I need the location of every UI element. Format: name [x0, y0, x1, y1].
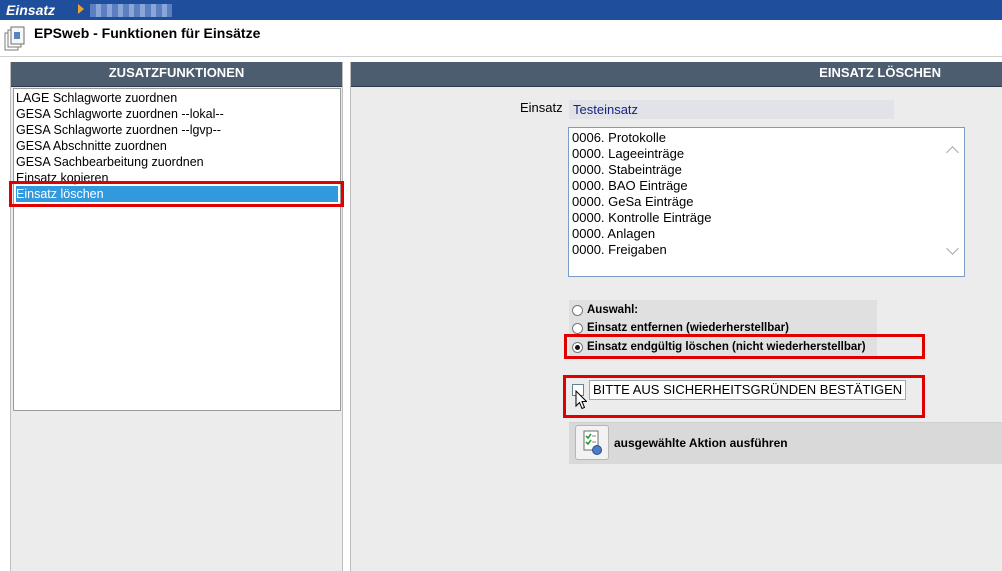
stats-item: 0000. BAO Einträge [572, 178, 688, 193]
top-bar: Einsatz [0, 0, 1002, 20]
stats-item: 0000. Freigaben [572, 242, 667, 257]
list-item[interactable]: LAGE Schlagworte zuordnen [16, 90, 338, 106]
execute-action-label[interactable]: ausgewählte Aktion ausführen [614, 436, 788, 450]
chevron-down-icon[interactable] [946, 242, 959, 255]
title-row: EPSweb - Funktionen für Einsätze [0, 20, 1002, 57]
right-panel-title: EINSATZ LÖSCHEN [819, 65, 941, 80]
stats-item: 0000. Anlagen [572, 226, 656, 241]
chevron-up-icon[interactable] [946, 146, 959, 159]
radio-option-auswahl[interactable]: Auswahl: [572, 303, 638, 317]
list-scrollbar[interactable] [946, 144, 959, 258]
stats-item: 0000. Lageeinträge [572, 146, 685, 161]
app-name[interactable]: Einsatz [6, 2, 55, 18]
radio-button[interactable] [572, 323, 583, 334]
radio-button[interactable] [572, 305, 583, 316]
stats-list[interactable]: 0006. Protokolle 0000. Lageeinträge 0000… [568, 127, 965, 277]
left-panel: ZUSATZFUNKTIONEN LAGE Schlagworte zuordn… [10, 62, 343, 571]
document-stack-icon [4, 26, 25, 51]
einsatz-value: Testeinsatz [569, 100, 894, 119]
page-title: EPSweb - Funktionen für Einsätze [34, 25, 261, 41]
breadcrumb-blurred[interactable] [90, 4, 172, 17]
list-item[interactable]: GESA Schlagworte zuordnen --lgvp-- [16, 122, 338, 138]
list-item[interactable]: GESA Abschnitte zuordnen [16, 138, 338, 154]
highlight-box-delete-option [564, 334, 925, 359]
stats-item: 0000. Stabeinträge [572, 162, 682, 177]
radio-label: Einsatz entfernen (wiederherstellbar) [587, 322, 789, 334]
stats-item: 0000. Kontrolle Einträge [572, 210, 712, 225]
function-list[interactable]: LAGE Schlagworte zuordnen GESA Schlagwor… [13, 88, 341, 411]
breadcrumb-arrow-icon [78, 4, 84, 14]
left-panel-header: ZUSATZFUNKTIONEN [11, 62, 342, 87]
list-item[interactable]: GESA Schlagworte zuordnen --lokal-- [16, 106, 338, 122]
stats-item: 0000. GeSa Einträge [572, 194, 694, 209]
radio-label: Auswahl: [587, 304, 639, 316]
list-item[interactable]: GESA Sachbearbeitung zuordnen [16, 154, 338, 170]
einsatz-label: Einsatz [520, 100, 563, 115]
radio-option-remove[interactable]: Einsatz entfernen (wiederherstellbar) [572, 321, 789, 335]
checklist-icon [583, 430, 602, 455]
highlight-box-selected-item [9, 181, 344, 207]
highlight-box-confirm [563, 375, 925, 418]
execute-action-button[interactable] [575, 425, 609, 460]
right-panel-header: EINSATZ LÖSCHEN [351, 62, 1002, 87]
stats-item: 0006. Protokolle [572, 130, 666, 145]
